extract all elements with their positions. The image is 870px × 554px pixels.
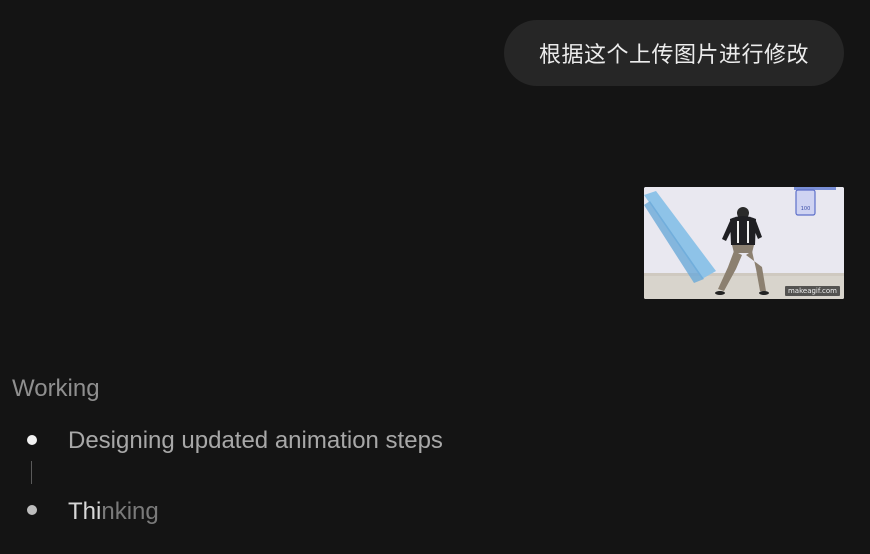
step-connector-line xyxy=(31,461,32,484)
step-label: Designing updated animation steps xyxy=(68,427,443,454)
user-message-text: 根据这个上传图片进行修改 xyxy=(538,43,809,68)
thinking-label-highlight: Thi xyxy=(68,498,102,525)
step-complete-dot-icon xyxy=(27,435,37,445)
user-message-bubble: 根据这个上传图片进行修改 xyxy=(504,20,844,86)
step-active-dot-icon xyxy=(27,505,37,515)
dancer-photo: 100 xyxy=(644,187,844,299)
chat-page: 根据这个上传图片进行修改 100 makeagif.com Working De… xyxy=(0,0,870,554)
working-heading: Working xyxy=(12,375,100,402)
thinking-label-rest: nking xyxy=(101,498,159,525)
thinking-label: Thinking xyxy=(68,498,159,526)
uploaded-image-attachment[interactable]: 100 makeagif.com xyxy=(644,187,844,299)
sign-text: 100 xyxy=(801,206,811,212)
watermark-label: makeagif.com xyxy=(784,286,840,296)
